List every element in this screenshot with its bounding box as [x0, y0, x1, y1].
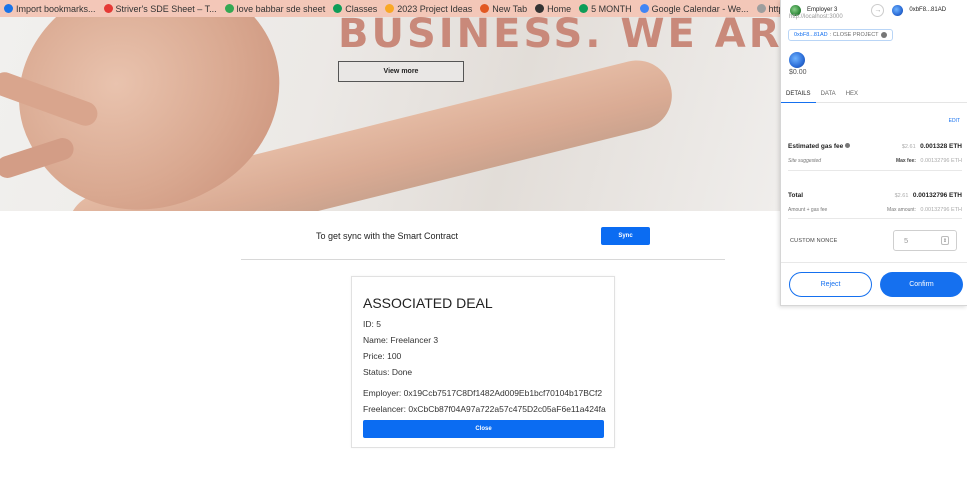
- bookmark-item[interactable]: Classes: [329, 0, 381, 17]
- bookmark-item[interactable]: New Tab: [476, 0, 531, 17]
- import-icon: [4, 4, 13, 13]
- divider: [781, 262, 967, 263]
- bookmark-label: Import bookmarks...: [16, 3, 96, 14]
- calendar-icon: [639, 4, 649, 13]
- tab-data[interactable]: DATA: [816, 86, 841, 103]
- deal-title: ASSOCIATED DEAL: [363, 295, 493, 311]
- close-deal-button[interactable]: Close: [363, 420, 604, 438]
- bookmark-item[interactable]: Google Calendar - We...: [636, 0, 753, 17]
- to-account[interactable]: 0xbF8...81AD: [909, 7, 946, 13]
- divider: [788, 170, 962, 171]
- arrow-right-icon: →: [871, 3, 885, 17]
- max-amount-value: 0.00132796 ETH: [920, 207, 962, 213]
- from-account[interactable]: Employer 3: [807, 7, 837, 13]
- metamask-confirm-popup: Employer 3 → 0xbF8...81AD http://localho…: [780, 0, 967, 306]
- drive-icon: [224, 4, 234, 13]
- deal-employer: Employer: 0x19Ccb7517C8Df1482Ad009Eb1bcf…: [363, 388, 603, 398]
- site-suggested: Site suggested: [788, 158, 822, 164]
- bookmark-item[interactable]: 5 MONTH: [575, 0, 636, 17]
- info-icon: [880, 32, 887, 38]
- classroom-icon: [333, 4, 343, 13]
- contract-method-pill[interactable]: 0xbF8...81AD : CLOSE PROJECT: [788, 29, 893, 41]
- reject-button[interactable]: Reject: [789, 272, 872, 297]
- sheets-icon: [579, 4, 589, 13]
- recipient-avatar-icon: [892, 4, 904, 16]
- bookmark-item[interactable]: 2023 Project Ideas: [381, 0, 476, 17]
- max-fee-label: Max fee:: [895, 158, 916, 164]
- tab-details[interactable]: DETAILS: [781, 86, 816, 103]
- bookmark-label: Striver's SDE Sheet – T...: [115, 3, 217, 14]
- transaction-amount: $0.00: [789, 69, 807, 76]
- deal-status: Status: Done: [363, 367, 413, 377]
- custom-nonce-input[interactable]: 5 ⇕: [893, 230, 957, 251]
- deal-price: Price: 100: [363, 351, 402, 361]
- deal-name: Name: Freelancer 3: [363, 335, 439, 345]
- bookmark-label: love babbar sde sheet: [236, 3, 326, 14]
- bookmark-label: Google Calendar - We...: [651, 3, 749, 14]
- bookmark-label: Classes: [345, 3, 378, 14]
- bookmark-item[interactable]: Home: [531, 0, 575, 17]
- associated-deal-card: ASSOCIATED DEAL ID: 5 Name: Freelancer 3…: [351, 276, 615, 448]
- edit-gas-link[interactable]: EDIT: [949, 118, 960, 124]
- hero-title: BUSINESS. WE ARE HERE T: [338, 17, 780, 57]
- sync-description: To get sync with the Smart Contract: [316, 231, 459, 241]
- divider: [241, 259, 725, 260]
- nonce-stepper-icon[interactable]: ⇕: [941, 236, 949, 245]
- divider: [788, 218, 962, 219]
- bookmark-label: Home: [547, 3, 572, 14]
- bookmark-label: 2023 Project Ideas: [397, 3, 473, 14]
- contract-method: : CLOSE PROJECT: [829, 32, 879, 38]
- gas-max-row: Site suggested Max fee: 0.00132796 ETH: [788, 149, 962, 167]
- bookmark-label: New Tab: [492, 3, 528, 14]
- total-max-row: Amount + gas fee Max amount: 0.00132796 …: [788, 198, 962, 216]
- newtab-icon: [480, 4, 490, 13]
- details-tabs: DETAILS DATA HEX: [781, 86, 967, 103]
- bookmark-item[interactable]: love babbar sde sheet: [221, 0, 330, 17]
- bookmark-label: 5 MONTH: [591, 3, 632, 14]
- localhost-icon: [756, 4, 766, 13]
- nonce-value[interactable]: 5: [904, 236, 908, 245]
- sync-button[interactable]: Sync: [601, 227, 650, 245]
- contract-avatar-icon: [789, 52, 805, 68]
- striver-icon: [103, 4, 113, 13]
- bookmark-item[interactable]: Import bookmarks...: [0, 0, 100, 17]
- hero-banner: BUSINESS. WE ARE HERE T View more: [0, 17, 780, 211]
- origin-url: http://localhost:3000: [789, 14, 843, 20]
- max-amount-label: Max amount:: [887, 207, 916, 213]
- view-more-button[interactable]: View more: [338, 61, 464, 82]
- tab-hex[interactable]: HEX: [841, 86, 863, 103]
- custom-nonce-label: CUSTOM NONCE: [790, 238, 838, 244]
- amount-gas-label: Amount + gas fee: [788, 207, 828, 213]
- confirm-button[interactable]: Confirm: [880, 272, 963, 297]
- star-icon: [385, 4, 395, 13]
- globe-icon: [535, 4, 545, 13]
- deal-id: ID: 5: [363, 319, 381, 329]
- bookmark-item[interactable]: Striver's SDE Sheet – T...: [100, 0, 221, 17]
- contract-address[interactable]: 0xbF8...81AD: [794, 32, 828, 38]
- max-fee-value: 0.00132796 ETH: [920, 158, 962, 164]
- deal-freelancer: Freelancer: 0xCbCb87f04A97a722a57c475D2c…: [363, 404, 606, 414]
- info-icon: [845, 143, 851, 148]
